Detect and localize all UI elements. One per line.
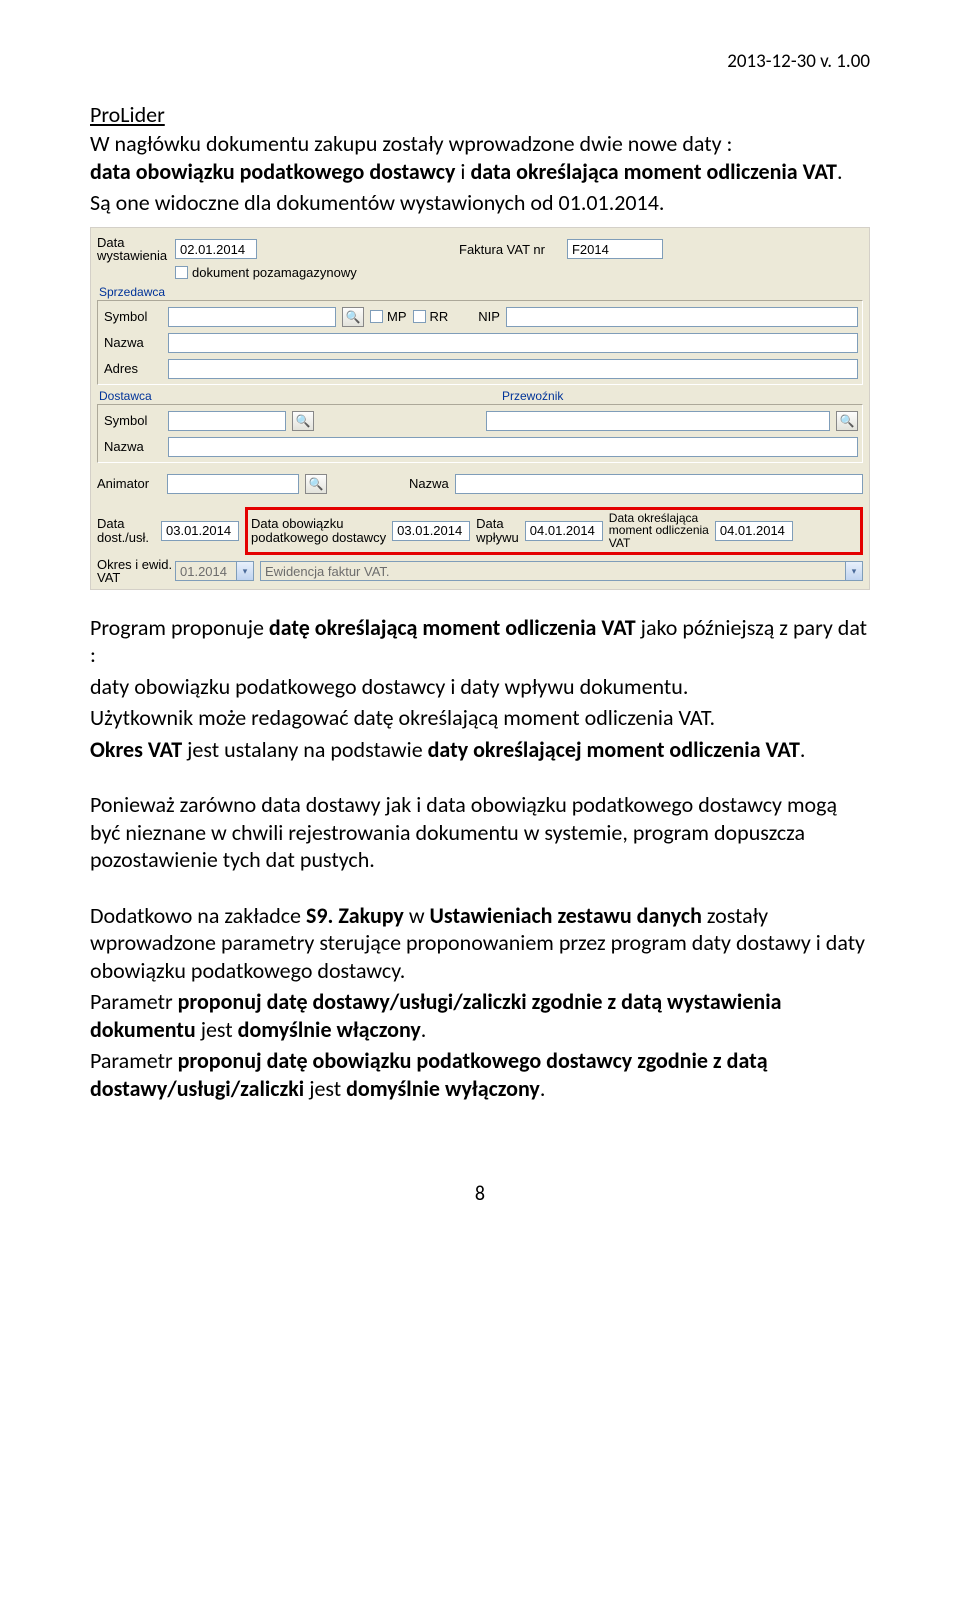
document-page: 2013-12-30 v. 1.00 ProLider W nagłówku d… <box>0 0 960 1246</box>
text: W nagłówku dokumentu zakupu zostały wpro… <box>90 130 732 157</box>
field-data-obowiazku[interactable]: 03.01.2014 <box>392 521 470 541</box>
field-przewoznik-symbol[interactable] <box>486 411 830 431</box>
label-adres: Adres <box>104 361 162 376</box>
text-bold: Ustawieniach zestawu danych <box>430 902 702 929</box>
search-icon: 🔍 <box>840 414 855 428</box>
field-data-dost[interactable]: 03.01.2014 <box>161 521 239 541</box>
label-okres-ewid: Okres i ewid.VAT <box>97 558 169 585</box>
text-bold: S9. Zakupy <box>306 902 404 929</box>
text: Ponieważ zarówno data dostawy jak i data… <box>90 791 837 873</box>
label-nazwa: Nazwa <box>104 335 162 350</box>
page-number: 8 <box>90 1182 870 1206</box>
field-okres[interactable]: 01.2014 <box>175 561 237 581</box>
text: Są one widoczne dla dokumentów wystawion… <box>90 189 664 216</box>
field-animator[interactable] <box>167 474 299 494</box>
paragraph: Ponieważ zarówno data dostawy jak i data… <box>90 791 870 874</box>
field-sprzedawca-symbol[interactable] <box>168 307 336 327</box>
search-button[interactable]: 🔍 <box>342 307 364 327</box>
field-faktura-nr[interactable]: F2014 <box>567 239 663 259</box>
label-symbol: Symbol <box>104 413 162 428</box>
search-button[interactable]: 🔍 <box>292 411 314 431</box>
text: Dodatkowo na zakładce <box>90 902 306 929</box>
text-bold: data obowiązku podatkowego dostawcy <box>90 158 455 185</box>
field-dostawca-symbol[interactable] <box>168 411 286 431</box>
paragraph: Dodatkowo na zakładce S9. Zakupy w Ustaw… <box>90 902 870 1103</box>
label-data-wystawienia: Datawystawienia <box>97 236 169 263</box>
checkbox-icon <box>413 310 426 323</box>
section-title: ProLider <box>90 101 870 128</box>
label-nip: NIP <box>478 309 500 324</box>
checkbox-label: dokument pozamagazynowy <box>192 265 357 280</box>
search-icon: 🔍 <box>309 477 324 491</box>
text-bold: datę określającą moment odliczenia VAT <box>269 614 636 641</box>
chevron-down-icon[interactable]: ▾ <box>237 561 254 581</box>
field-data-okreslajaca[interactable]: 04.01.2014 <box>715 521 793 541</box>
label-data-wplywu: Datawpływu <box>476 517 519 544</box>
field-sprzedawca-adres[interactable] <box>168 359 858 379</box>
label-nazwa: Nazwa <box>104 439 162 454</box>
text: . <box>837 158 843 185</box>
label-data-okreslajaca: Data określającamoment odliczeniaVAT <box>609 512 709 550</box>
checkbox-icon <box>370 310 383 323</box>
chevron-down-icon[interactable]: ▾ <box>846 561 863 581</box>
paragraph: Program proponuje datę określającą momen… <box>90 614 870 764</box>
text-bold: domyślnie wyłączony <box>346 1075 540 1102</box>
group-dostawca: Dostawca <box>97 389 460 403</box>
checkbox-mp[interactable]: MP <box>370 309 407 324</box>
checkbox-label: RR <box>430 309 449 324</box>
field-data-wplywu[interactable]: 04.01.2014 <box>525 521 603 541</box>
text: Program proponuje <box>90 614 269 641</box>
label-symbol: Symbol <box>104 309 162 324</box>
label-faktura-vat-nr: Faktura VAT nr <box>459 242 545 257</box>
checkbox-label: MP <box>387 309 407 324</box>
field-data-wystawienia[interactable]: 02.01.2014 <box>175 239 257 259</box>
form-screenshot: Datawystawienia 02.01.2014 Faktura VAT n… <box>90 227 870 590</box>
text-bold: daty określającej moment odliczenia VAT <box>428 736 800 763</box>
search-icon: 🔍 <box>296 414 311 428</box>
intro-paragraph: W nagłówku dokumentu zakupu zostały wpro… <box>90 130 870 217</box>
field-sprzedawca-nazwa[interactable] <box>168 333 858 353</box>
label-animator: Animator <box>97 476 161 491</box>
highlighted-dates-box: Data obowiązkupodatkowego dostawcy 03.01… <box>245 507 863 555</box>
field-nip[interactable] <box>506 307 858 327</box>
text: . <box>800 736 806 763</box>
search-button[interactable]: 🔍 <box>836 411 858 431</box>
text: w <box>404 902 430 929</box>
label-nazwa: Nazwa <box>409 476 449 491</box>
text-bold: Okres VAT <box>90 736 182 763</box>
text: . <box>421 1016 427 1043</box>
text: . <box>540 1075 546 1102</box>
text: i <box>455 158 470 185</box>
field-ewidencja[interactable]: Ewidencja faktur VAT. <box>260 561 846 581</box>
text: Parametr <box>90 988 178 1015</box>
text: jest <box>196 1016 238 1043</box>
text-bold: data określająca moment odliczenia VAT <box>470 158 837 185</box>
text: jest ustalany na podstawie <box>182 736 427 763</box>
field-animator-nazwa[interactable] <box>455 474 863 494</box>
header-version-date: 2013-12-30 v. 1.00 <box>90 50 870 73</box>
field-dostawca-nazwa[interactable] <box>168 437 858 457</box>
group-sprzedawca: Sprzedawca <box>97 285 863 299</box>
text: jest <box>304 1075 346 1102</box>
text: daty obowiązku podatkowego dostawcy i da… <box>90 673 688 700</box>
text-bold: domyślnie włączony <box>238 1016 421 1043</box>
text-bold: proponuj datę dostawy/usługi/zaliczki zg… <box>90 988 781 1043</box>
label-data-dost: Datadost./usł. <box>97 517 155 544</box>
checkbox-rr[interactable]: RR <box>413 309 449 324</box>
text: Użytkownik może redagować datę określają… <box>90 704 715 731</box>
search-icon: 🔍 <box>346 310 361 324</box>
group-przewoznik: Przewoźnik <box>500 389 863 403</box>
label-data-obowiazku: Data obowiązkupodatkowego dostawcy <box>251 517 386 544</box>
search-button[interactable]: 🔍 <box>305 474 327 494</box>
checkbox-icon <box>175 266 188 279</box>
text: Parametr <box>90 1047 178 1074</box>
checkbox-dokument-pozamagazynowy[interactable]: dokument pozamagazynowy <box>175 265 357 280</box>
